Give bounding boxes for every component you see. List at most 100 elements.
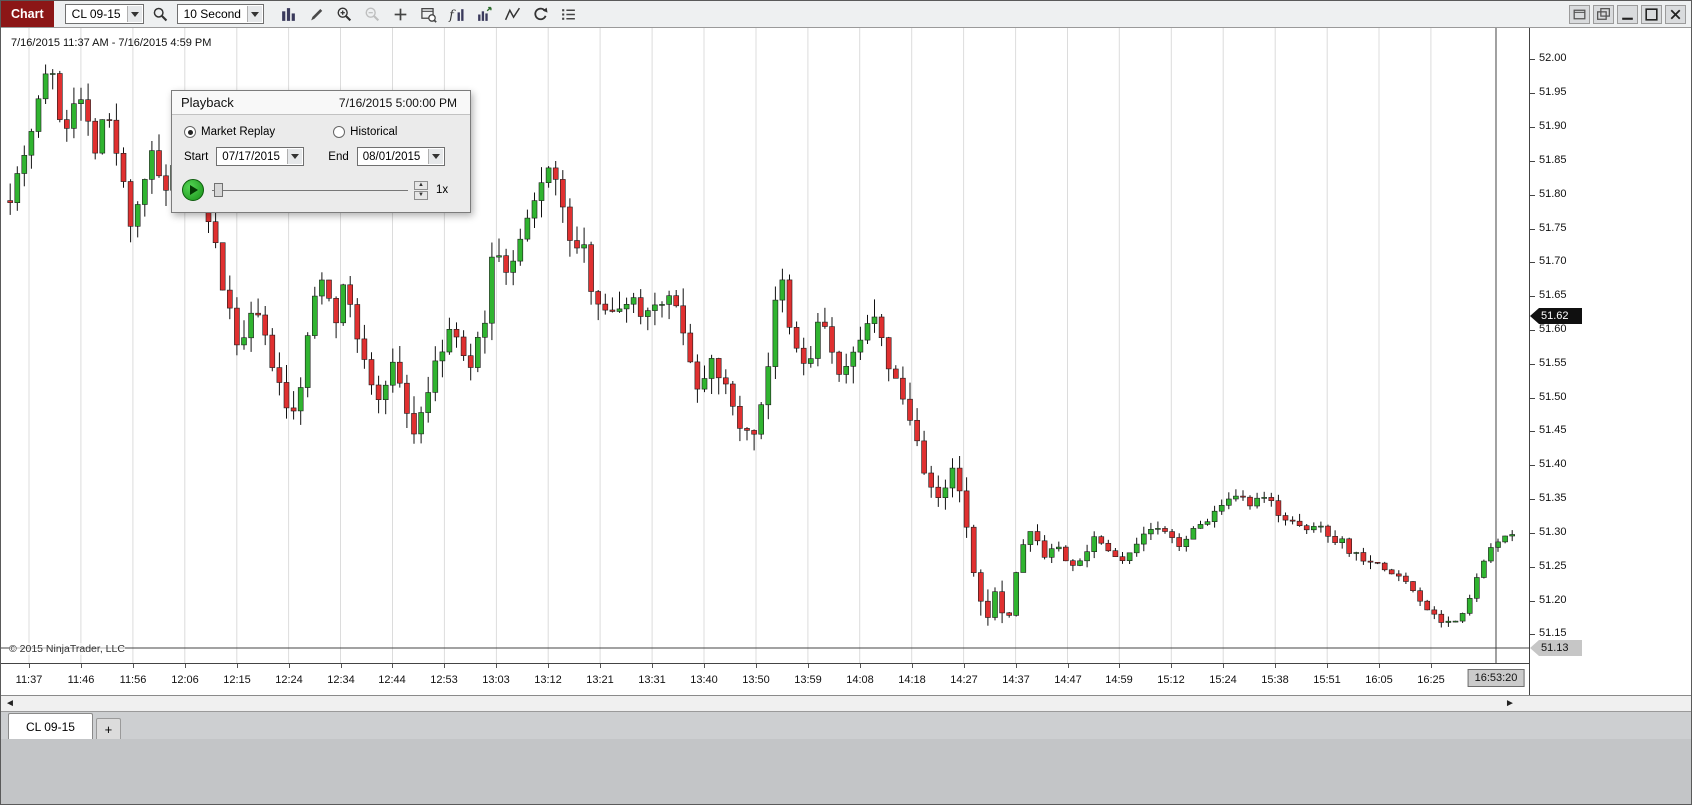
price-axis-tick: [1530, 296, 1535, 297]
time-axis-tick: [600, 664, 601, 668]
time-axis-tick: [1379, 664, 1380, 668]
add-tab-button[interactable]: +: [95, 718, 121, 739]
price-axis-tick: [1530, 195, 1535, 196]
price-axis[interactable]: 51.62 51.13 52.00 51.95 51.90 51.85 51.80 51.…: [1529, 28, 1691, 695]
time-axis-label: 13:31: [638, 674, 666, 686]
window-bottom-edge: [1, 739, 1691, 804]
time-axis-tick: [756, 664, 757, 668]
market-replay-radio[interactable]: Market Replay: [184, 126, 275, 138]
price-axis-label: 51.35: [1539, 492, 1567, 504]
time-axis-label: 15:38: [1261, 674, 1289, 686]
time-axis-tick: [392, 664, 393, 668]
reload-icon[interactable]: [528, 2, 553, 26]
playback-title: Playback: [181, 95, 234, 110]
time-axis-tick: [1431, 664, 1432, 668]
time-axis-tick: [1171, 664, 1172, 668]
chevron-down-icon: [126, 6, 142, 22]
historical-label: Historical: [350, 126, 398, 138]
time-axis-tick: [1223, 664, 1224, 668]
speed-up-button[interactable]: ▲: [414, 180, 428, 190]
price-axis-tick: [1530, 431, 1535, 432]
window-controls: [1569, 4, 1686, 24]
svg-text:f: f: [448, 8, 456, 23]
horizontal-scrollbar[interactable]: ◄ ►: [1, 695, 1691, 711]
end-date-selector[interactable]: 08/01/2015: [356, 147, 445, 166]
time-axis-tick: [1327, 664, 1328, 668]
time-axis-label: 13:59: [794, 674, 822, 686]
play-button[interactable]: [182, 179, 204, 201]
price-axis-label: 51.55: [1539, 357, 1567, 369]
zoom-in-icon[interactable]: [332, 2, 357, 26]
time-axis-tick: [1068, 664, 1069, 668]
speed-down-button[interactable]: ▼: [414, 190, 428, 200]
last-price-badge: 51.62: [1530, 308, 1582, 324]
price-axis-label: 51.45: [1539, 424, 1567, 436]
zigzag-icon[interactable]: [500, 2, 525, 26]
slider-thumb[interactable]: [214, 183, 223, 197]
indicators-icon[interactable]: f: [444, 2, 469, 26]
float-button[interactable]: [1569, 4, 1590, 24]
instrument-selector[interactable]: CL 09-15: [64, 4, 144, 24]
copyright-label: © 2015 NinjaTrader, LLC: [9, 643, 125, 655]
tab-cl-09-15[interactable]: CL 09-15: [8, 713, 93, 739]
start-label: Start: [184, 150, 209, 163]
chart-style-icon[interactable]: [276, 2, 301, 26]
add-icon[interactable]: [388, 2, 413, 26]
properties-icon[interactable]: [556, 2, 581, 26]
play-icon: [190, 185, 198, 195]
time-axis-tick: [1016, 664, 1017, 668]
time-axis-label: 13:12: [534, 674, 562, 686]
maximize-button[interactable]: [1641, 4, 1662, 24]
strategies-icon[interactable]: [472, 2, 497, 26]
scroll-left-icon[interactable]: ◄: [5, 697, 15, 710]
close-button[interactable]: [1665, 4, 1686, 24]
time-axis[interactable]: 16:53:20 11:37 11:46 11:56 12:06 12:15 12:24 1…: [1, 663, 1529, 695]
time-axis-label: 11:37: [15, 674, 43, 686]
price-axis-tick: [1530, 229, 1535, 230]
zoom-out-icon: [360, 2, 385, 26]
time-axis-label: 15:51: [1313, 674, 1341, 686]
search-icon[interactable]: [148, 2, 173, 26]
price-axis-label: 51.30: [1539, 526, 1567, 538]
time-axis-label: 13:03: [482, 674, 510, 686]
playback-current-datetime: 7/16/2015 5:00:00 PM: [338, 95, 457, 110]
start-date-selector[interactable]: 07/17/2015: [216, 147, 305, 166]
playback-position-slider[interactable]: [212, 183, 408, 197]
radio-icon: [184, 126, 196, 138]
time-axis-label: 11:56: [119, 674, 147, 686]
time-axis-tick: [912, 664, 913, 668]
time-axis-label: 14:27: [950, 674, 978, 686]
chevron-down-icon: [287, 149, 303, 164]
time-axis-label: 13:50: [742, 674, 770, 686]
price-axis-tick: [1530, 398, 1535, 399]
minimize-button[interactable]: [1617, 4, 1638, 24]
radio-icon: [333, 126, 346, 138]
dock-button[interactable]: [1593, 4, 1614, 24]
scroll-right-icon[interactable]: ►: [1505, 697, 1515, 710]
chevron-down-icon: [246, 6, 262, 22]
time-axis-label: 12:15: [223, 674, 251, 686]
playback-panel: Playback 7/16/2015 5:00:00 PM Market Rep…: [171, 90, 471, 213]
chart-plot-area[interactable]: 7/16/2015 11:37 AM - 7/16/2015 4:59 PM ©…: [1, 28, 1529, 663]
price-axis-label: 51.95: [1539, 86, 1567, 98]
price-axis-label: 51.70: [1539, 255, 1567, 267]
time-axis-tick: [860, 664, 861, 668]
time-axis-tick: [808, 664, 809, 668]
historical-radio[interactable]: Historical: [333, 126, 397, 138]
price-axis-tick: [1530, 161, 1535, 162]
time-axis-label: 12:24: [275, 674, 303, 686]
time-axis-tick: [548, 664, 549, 668]
draw-icon[interactable]: [304, 2, 329, 26]
time-axis-label: 14:59: [1105, 674, 1133, 686]
price-axis-label: 51.25: [1539, 560, 1567, 572]
playback-header[interactable]: Playback 7/16/2015 5:00:00 PM: [172, 91, 470, 115]
time-axis-tick: [496, 664, 497, 668]
data-box-icon[interactable]: [416, 2, 441, 26]
time-axis-label: 16:05: [1365, 674, 1393, 686]
interval-selector[interactable]: 10 Second: [176, 4, 264, 24]
price-axis-tick: [1530, 127, 1535, 128]
price-axis-label: 51.40: [1539, 458, 1567, 470]
interval-selector-value: 10 Second: [183, 7, 241, 21]
time-axis-tick: [704, 664, 705, 668]
speed-label: 1x: [436, 184, 449, 196]
